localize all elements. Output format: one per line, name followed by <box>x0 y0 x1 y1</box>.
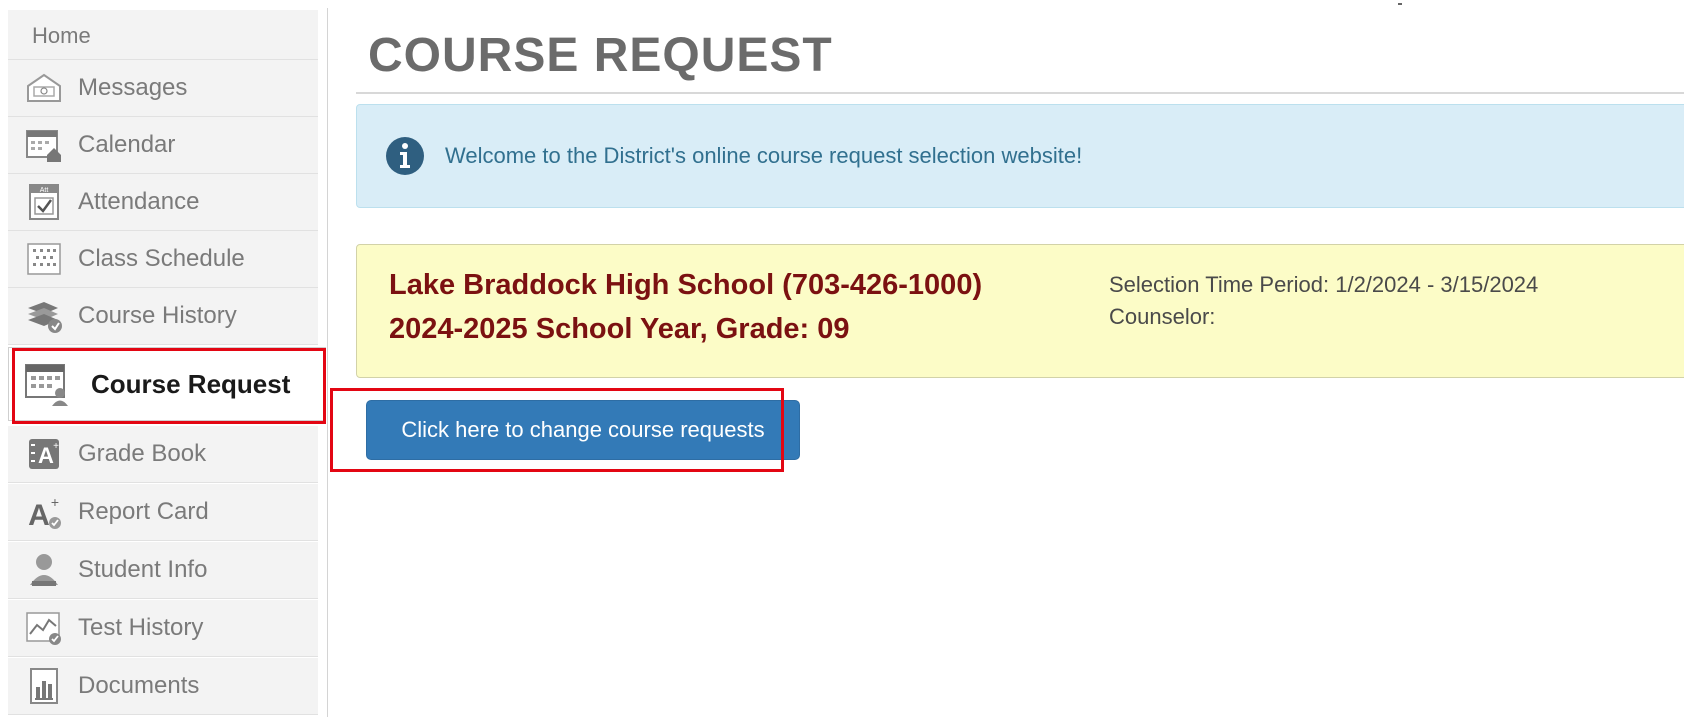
class-schedule-icon <box>24 239 64 279</box>
grade-book-icon: A + <box>24 434 64 474</box>
documents-icon <box>24 666 64 706</box>
sidebar-item-label: Calendar <box>78 131 176 158</box>
main-content: COURSE REQUEST Welcome to the District's… <box>328 0 1684 717</box>
svg-text:+: + <box>51 494 59 510</box>
sidebar-item-label: Attendance <box>78 188 200 215</box>
school-name: Lake Braddock High School (703-426-1000) <box>389 269 983 301</box>
change-course-requests-button[interactable]: Click here to change course requests <box>366 400 800 460</box>
attendance-icon: Att <box>24 182 64 222</box>
course-request-icon <box>23 360 71 408</box>
sidebar-item-class-schedule[interactable]: Class Schedule <box>8 231 318 288</box>
messages-icon <box>24 68 64 108</box>
sidebar-item-student-info[interactable]: Student Info <box>8 542 318 599</box>
sidebar-item-label: Class Schedule <box>78 245 245 272</box>
page-title: COURSE REQUEST <box>368 29 833 82</box>
calendar-icon <box>24 125 64 165</box>
sidebar-item-documents[interactable]: Documents <box>8 658 318 715</box>
sidebar-item-label: Report Card <box>78 498 209 525</box>
sidebar-item-grade-book[interactable]: A + Grade Book <box>8 426 318 483</box>
sidebar-item-label: Test History <box>78 614 204 641</box>
sidebar-item-report-card[interactable]: A + Report Card <box>8 484 318 541</box>
sidebar-item-label: Home <box>32 23 91 48</box>
svg-text:A: A <box>38 443 54 468</box>
sidebar-item-calendar[interactable]: Calendar <box>8 117 318 174</box>
info-message: Welcome to the District's online course … <box>445 143 1083 168</box>
sidebar-item-label: Course History <box>78 302 237 329</box>
school-info-panel: Lake Braddock High School (703-426-1000)… <box>356 244 1684 378</box>
sidebar-item-messages[interactable]: Messages <box>8 60 318 117</box>
counselor-label: Counselor: <box>1109 304 1216 329</box>
sidebar-item-label: Messages <box>78 74 188 101</box>
test-history-icon <box>24 608 64 648</box>
sidebar-item-course-history[interactable]: Course History <box>8 288 318 345</box>
selection-time-period: Selection Time Period: 1/2/2024 - 3/15/2… <box>1109 272 1539 297</box>
sidebar-item-test-history[interactable]: Test History <box>8 600 318 657</box>
student-info-icon <box>24 550 64 590</box>
divider <box>1398 3 1402 5</box>
info-icon <box>385 136 425 176</box>
svg-text:A: A <box>28 499 50 531</box>
sidebar-item-label: Course Request <box>91 368 291 399</box>
school-year-grade: 2024-2025 School Year, Grade: 09 <box>389 313 850 345</box>
svg-text:Att: Att <box>40 187 49 194</box>
info-alert: Welcome to the District's online course … <box>356 104 1684 208</box>
sidebar-item-label: Grade Book <box>78 440 207 467</box>
sidebar-item-label: Documents <box>78 672 200 699</box>
sidebar-item-label: Student Info <box>78 556 208 583</box>
course-history-icon <box>24 296 64 336</box>
svg-text:+: + <box>53 441 59 452</box>
sidebar-item-course-request[interactable]: Course Request <box>8 347 326 421</box>
sidebar-item-attendance[interactable]: Att Attendance <box>8 174 318 231</box>
report-card-icon: A + <box>24 492 64 532</box>
title-divider <box>356 92 1684 94</box>
sidebar-item-home[interactable]: Home <box>8 10 318 60</box>
